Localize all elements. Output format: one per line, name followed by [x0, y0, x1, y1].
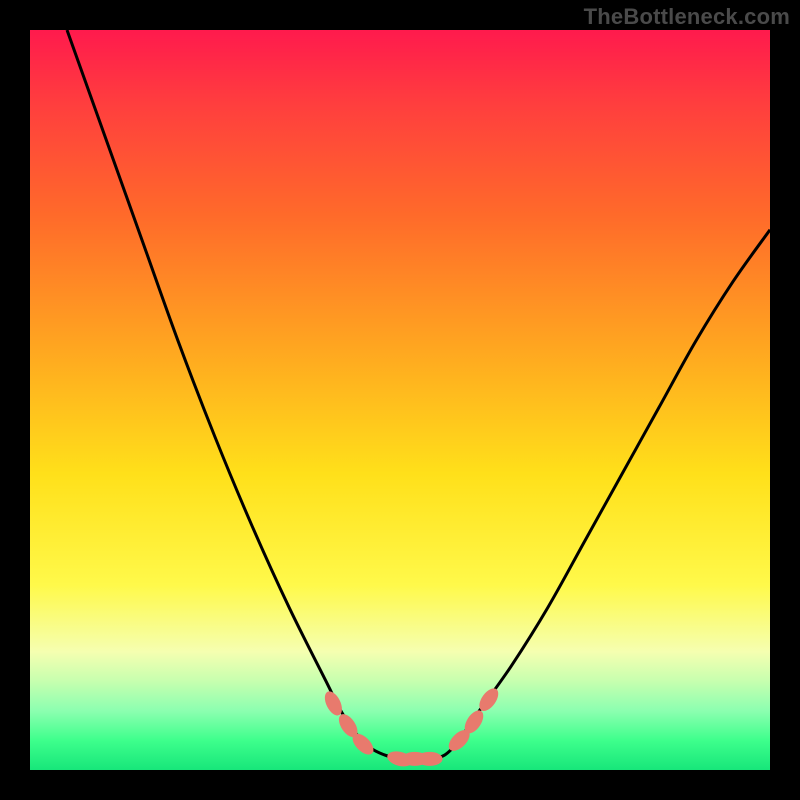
bottleneck-curve [67, 30, 770, 759]
curve-group [67, 30, 770, 759]
plot-area [30, 30, 770, 770]
watermark-text: TheBottleneck.com [584, 4, 790, 30]
curve-marker [417, 752, 443, 766]
curve-layer [30, 30, 770, 770]
marker-group [321, 685, 502, 769]
chart-frame: TheBottleneck.com [0, 0, 800, 800]
